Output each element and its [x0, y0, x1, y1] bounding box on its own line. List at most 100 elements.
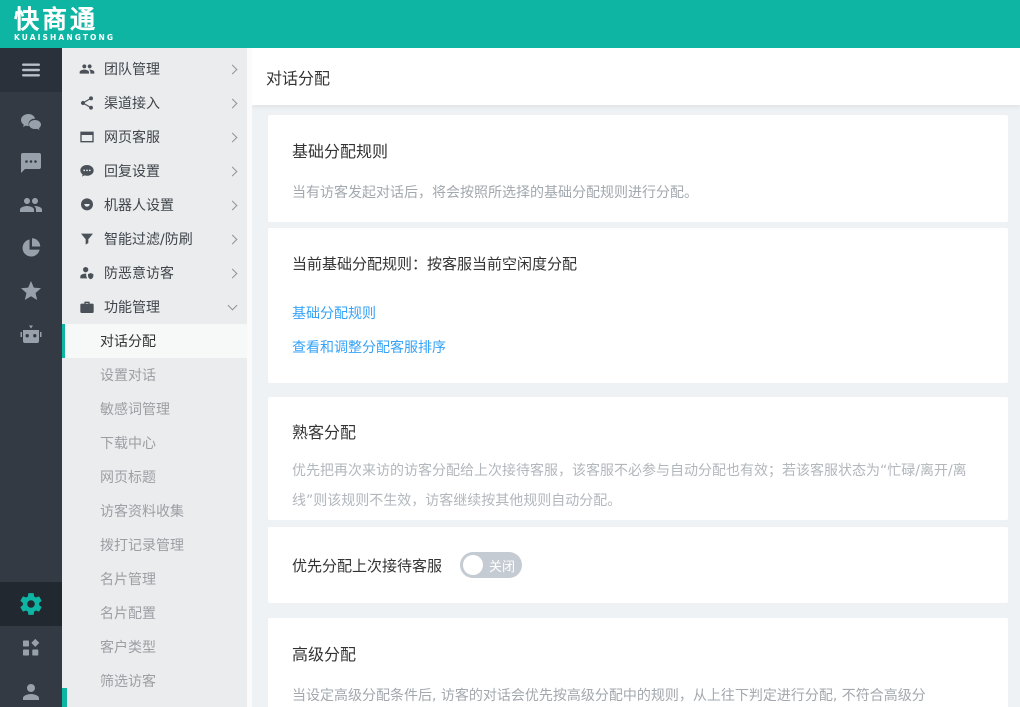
rail-item-statistics[interactable] — [0, 226, 62, 270]
sidebar-subitem-label: 筛选访客 — [100, 671, 156, 691]
robot-icon — [19, 323, 43, 347]
top-header: 快商通 KUAISHANGTONG — [0, 0, 1020, 48]
sidebar-subitem-label: 下载中心 — [100, 433, 156, 453]
brand-logo-title: 快商通 — [14, 7, 115, 32]
basic-rule-intro-card: 基础分配规则 当有访客发起对话后，将会按照所选择的基础分配规则进行分配。 — [268, 115, 1008, 222]
sidebar-scrollbar-track[interactable] — [247, 48, 252, 707]
sidebar-item-reply-settings[interactable]: 回复设置 — [62, 154, 252, 188]
rail-item-settings[interactable] — [0, 582, 62, 626]
sidebar-subitem-label: 网页标题 — [100, 467, 156, 487]
sidebar-item-function-management[interactable]: 功能管理 — [62, 290, 252, 324]
sidebar-item-label: 防恶意访客 — [104, 263, 229, 283]
sidebar-subitem-card-management[interactable]: 名片管理 — [62, 562, 252, 596]
sidebar-subitem-label: 对话分配 — [100, 331, 156, 351]
advanced-allocation-card: 高级分配 当设定高级分配条件后, 访客的对话会优先按高级分配中的规则，从上往下判… — [268, 618, 1008, 707]
toggle-knob — [463, 555, 483, 575]
brand-logo-subtitle: KUAISHANGTONG — [14, 34, 115, 42]
collapse-menu-button[interactable] — [0, 48, 62, 92]
sidebar-subitem-sensitive-words[interactable]: 敏感词管理 — [62, 392, 252, 426]
rail-item-apps[interactable] — [0, 626, 62, 670]
regular-visitor-desc: 优先把再次来访的访客分配给上次接待客服，该客服不必参与自动分配也有效；若该客服状… — [292, 456, 984, 516]
chevron-right-icon — [228, 200, 238, 210]
basic-rule-link[interactable]: 基础分配规则 — [292, 303, 984, 323]
sidebar-subitem-label: 客户类型 — [100, 637, 156, 657]
sidebar-subitem-call-record[interactable]: 拨打记录管理 — [62, 528, 252, 562]
chevron-right-icon — [228, 234, 238, 244]
chat-bubble-icon — [19, 151, 43, 175]
sidebar-item-anti-malicious-visitor[interactable]: 防恶意访客 — [62, 256, 252, 290]
current-rule-card: 当前基础分配规则：按客服当前空闲度分配 基础分配规则 查看和调整分配客服排序 — [268, 228, 1008, 383]
team-icon — [79, 61, 95, 77]
current-rule-text: 当前基础分配规则：按客服当前空闲度分配 — [292, 253, 984, 274]
regular-visitor-title: 熟客分配 — [292, 423, 984, 444]
chevron-right-icon — [228, 166, 238, 176]
apps-grid-icon — [19, 636, 43, 660]
sidebar-subitem-card-config[interactable]: 名片配置 — [62, 596, 252, 630]
person-icon — [19, 680, 43, 704]
hamburger-icon — [19, 58, 43, 82]
sidebar-subitem-label: 拨打记录管理 — [100, 535, 184, 555]
icon-rail — [0, 48, 62, 707]
sidebar-scroll-indicator[interactable] — [62, 688, 67, 707]
main-area: 对话分配 基础分配规则 当有访客发起对话后，将会按照所选择的基础分配规则进行分配… — [252, 48, 1020, 707]
sidebar-subitem-dialog-setup[interactable]: 设置对话 — [62, 358, 252, 392]
rail-item-favorites[interactable] — [0, 269, 62, 313]
sidebar-subitem-download-center[interactable]: 下载中心 — [62, 426, 252, 460]
gear-icon — [18, 591, 44, 617]
filter-funnel-icon — [79, 231, 95, 247]
advanced-allocation-desc: 当设定高级分配条件后, 访客的对话会优先按高级分配中的规则，从上往下判定进行分配… — [292, 681, 984, 707]
chevron-right-icon — [228, 132, 238, 142]
sidebar-subitem-label: 名片配置 — [100, 603, 156, 623]
sidebar-subitem-label: 名片管理 — [100, 569, 156, 589]
sidebar-subitem-label: 敏感词管理 — [100, 399, 170, 419]
content-area: 基础分配规则 当有访客发起对话后，将会按照所选择的基础分配规则进行分配。 当前基… — [252, 105, 1020, 707]
sidebar-subitem-visitor-data-collect[interactable]: 访客资料收集 — [62, 494, 252, 528]
sidebar-subitem-customer-type[interactable]: 客户类型 — [62, 630, 252, 664]
star-icon — [19, 279, 43, 303]
sidebar-item-team-management[interactable]: 团队管理 — [62, 52, 252, 86]
sidebar-subitem-label: 访客资料收集 — [100, 501, 184, 521]
last-agent-toggle-card: 优先分配上次接待客服 关闭 — [268, 527, 1008, 603]
sidebar-item-label: 机器人设置 — [104, 195, 229, 215]
basic-rule-desc: 当有访客发起对话后，将会按照所选择的基础分配规则进行分配。 — [292, 178, 984, 208]
rail-item-robot[interactable] — [0, 313, 62, 357]
sidebar-subitem-filter-visitors[interactable]: 筛选访客 — [62, 664, 252, 698]
briefcase-icon — [79, 299, 95, 315]
basic-rule-title: 基础分配规则 — [292, 142, 984, 163]
nav-sidebar: 团队管理 渠道接入 网页客服 回复设置 机器人设置 智能过滤/防刷 防恶意访客 … — [62, 48, 252, 707]
chevron-right-icon — [228, 64, 238, 74]
sidebar-item-smart-filter[interactable]: 智能过滤/防刷 — [62, 222, 252, 256]
rail-item-contacts[interactable] — [0, 183, 62, 227]
sidebar-item-label: 回复设置 — [104, 161, 229, 181]
share-nodes-icon — [79, 95, 95, 111]
sidebar-item-label: 智能过滤/防刷 — [104, 229, 229, 249]
last-agent-toggle-label: 优先分配上次接待客服 — [292, 555, 442, 576]
page-title: 对话分配 — [266, 65, 330, 89]
chevron-down-icon — [228, 301, 238, 311]
toggle-state-text: 关闭 — [489, 556, 515, 575]
sidebar-item-label: 团队管理 — [104, 59, 229, 79]
wechat-icon — [19, 111, 43, 135]
robot-head-icon — [79, 197, 95, 213]
regular-visitor-card: 熟客分配 优先把再次来访的访客分配给上次接待客服，该客服不必参与自动分配也有效；… — [268, 397, 1008, 520]
sidebar-item-web-customer-service[interactable]: 网页客服 — [62, 120, 252, 154]
sidebar-item-label: 功能管理 — [104, 297, 229, 317]
brand-logo: 快商通 KUAISHANGTONG — [14, 7, 115, 42]
comment-icon — [79, 163, 95, 179]
chevron-right-icon — [228, 268, 238, 278]
last-agent-toggle[interactable]: 关闭 — [460, 552, 522, 578]
adjust-agent-sort-link[interactable]: 查看和调整分配客服排序 — [292, 337, 984, 357]
sidebar-subitem-web-title[interactable]: 网页标题 — [62, 460, 252, 494]
pie-chart-icon — [19, 236, 43, 260]
sidebar-item-channel-access[interactable]: 渠道接入 — [62, 86, 252, 120]
people-icon — [19, 193, 43, 217]
sidebar-item-robot-settings[interactable]: 机器人设置 — [62, 188, 252, 222]
sidebar-subitem-label: 设置对话 — [100, 365, 156, 385]
rail-item-wechat[interactable] — [0, 101, 62, 145]
sidebar-item-label: 网页客服 — [104, 127, 229, 147]
rail-item-conversation[interactable] — [0, 141, 62, 185]
browser-window-icon — [79, 129, 95, 145]
rail-item-profile[interactable] — [0, 670, 62, 707]
page-header: 对话分配 — [252, 48, 1020, 105]
sidebar-subitem-dialog-allocation[interactable]: 对话分配 — [62, 324, 252, 358]
